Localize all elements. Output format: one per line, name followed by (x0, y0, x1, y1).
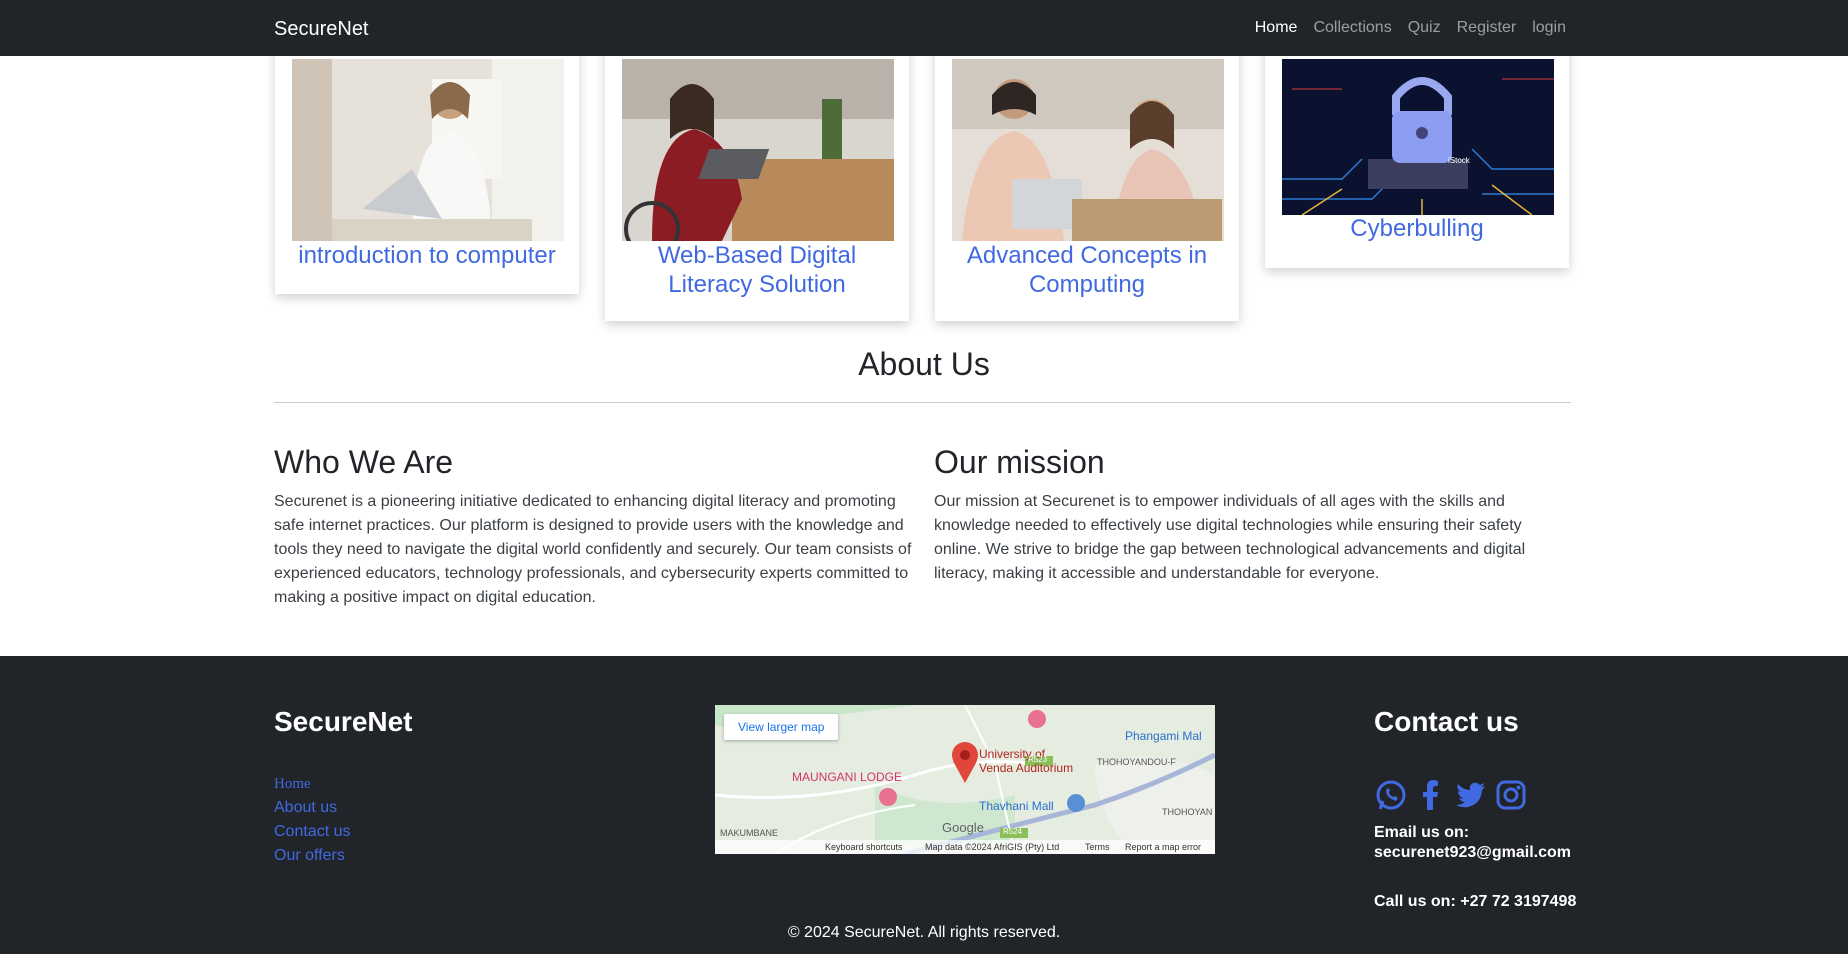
instagram-icon[interactable] (1494, 778, 1528, 812)
email-label: Email us on: (1374, 824, 1470, 841)
nav-home[interactable]: Home (1255, 19, 1298, 37)
card-title[interactable]: Advanced Concepts in Computing (943, 241, 1231, 299)
navbar: SecureNet Home Collections Quiz Register… (0, 0, 1848, 56)
card-image: iStock (1282, 59, 1554, 215)
map-report-error[interactable]: Report a map error (1125, 842, 1201, 852)
card-title[interactable]: introduction to computer (283, 241, 571, 270)
nav-login[interactable]: login (1532, 19, 1566, 37)
divider (274, 402, 1571, 403)
email-block: Email us on: securenet923@gmail.com (1374, 823, 1571, 863)
twitter-icon[interactable] (1454, 778, 1488, 812)
course-card[interactable]: Advanced Concepts in Computing (935, 36, 1239, 321)
nav-collections[interactable]: Collections (1313, 19, 1391, 37)
footer: SecureNet Home About us Contact us Our o… (0, 656, 1848, 954)
copyright: © 2024 SecureNet. All rights reserved. (787, 924, 1061, 941)
map-label-makumbane: MAKUMBANE (720, 828, 779, 838)
map-attribution: Keyboard shortcuts Map data ©2024 AfriGI… (715, 840, 1215, 854)
who-heading: Who We Are (274, 444, 454, 480)
phone-number: Call us on: +27 72 3197498 (1374, 893, 1577, 910)
map-label-thohoyandou: THOHOYAN (1162, 807, 1213, 817)
who-we-are-section: Who We Are Securenet is a pioneering ini… (274, 443, 914, 610)
map-label-r523: R523 (1028, 755, 1048, 764)
course-card[interactable]: introduction to computer (275, 36, 579, 294)
contact-heading: Contact us (1374, 706, 1519, 737)
footer-links: Home About us Contact us Our offers (274, 772, 350, 868)
footer-link-offers[interactable]: Our offers (274, 844, 350, 868)
navbar-brand[interactable]: SecureNet (274, 18, 369, 41)
map-label-phangami: Phangami Mal (1125, 729, 1202, 743)
email-address[interactable]: securenet923@gmail.com (1374, 843, 1571, 863)
nav-register[interactable]: Register (1457, 19, 1517, 37)
map-keyboard-shortcuts[interactable]: Keyboard shortcuts (825, 842, 903, 852)
map-label-mall: Thavhani Mall (979, 799, 1054, 813)
footer-link-about[interactable]: About us (274, 796, 350, 820)
mission-text: Our mission at Securenet is to empower i… (934, 493, 1526, 582)
map-label-lodge: MAUNGANI LODGE (792, 770, 903, 784)
map-data-credit: Map data ©2024 AfriGIS (Pty) Ltd (925, 842, 1060, 852)
whatsapp-icon[interactable] (1374, 778, 1408, 812)
mission-section: Our mission Our mission at Securenet is … (934, 443, 1544, 586)
map-label-r524: R524 (1003, 827, 1023, 836)
map-terms[interactable]: Terms (1085, 842, 1110, 852)
card-image (292, 59, 564, 241)
embedded-map[interactable]: View larger map University of Venda Audi… (715, 705, 1215, 854)
mission-heading: Our mission (934, 444, 1105, 480)
footer-brand: SecureNet (274, 706, 413, 737)
course-card[interactable]: Web-Based Digital Literacy Solution (605, 36, 909, 321)
footer-link-contact[interactable]: Contact us (274, 820, 350, 844)
nav-quiz[interactable]: Quiz (1408, 19, 1441, 37)
view-larger-map-button[interactable]: View larger map (724, 714, 839, 740)
nav-links: Home Collections Quiz Register login (1255, 19, 1566, 37)
footer-link-home[interactable]: Home (274, 772, 350, 796)
about-title: About Us (858, 346, 990, 382)
social-links (1374, 778, 1528, 812)
svg-text:iStock: iStock (1448, 156, 1471, 165)
card-title[interactable]: Web-Based Digital Literacy Solution (613, 241, 901, 299)
map-label-university-2: Venda Auditorium (979, 761, 1074, 775)
who-text: Securenet is a pioneering initiative ded… (274, 493, 912, 606)
course-card[interactable]: iStock Cyberbulling (1265, 36, 1569, 268)
map-label-thohoyandou-f: THOHOYANDOU-F (1097, 757, 1176, 767)
card-image (952, 59, 1224, 241)
google-logo: Google (942, 820, 984, 835)
facebook-icon[interactable] (1414, 778, 1448, 812)
card-image (622, 59, 894, 241)
card-title[interactable]: Cyberbulling (1273, 214, 1561, 243)
